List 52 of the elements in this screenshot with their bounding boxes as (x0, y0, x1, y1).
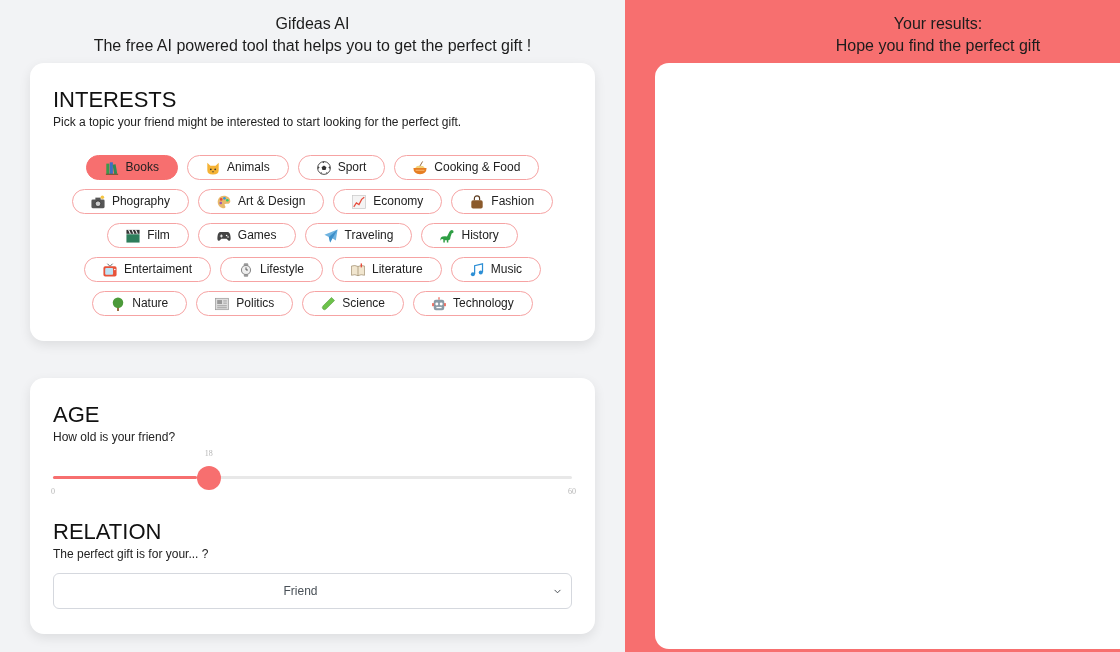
topic-chip[interactable]: History (421, 223, 518, 248)
topic-chip[interactable]: Politics (196, 291, 294, 316)
handbag-icon (470, 194, 485, 209)
topic-chip[interactable]: Entertaiment (83, 257, 211, 282)
results-title: Your results: (892, 14, 984, 34)
line-chart-icon (352, 194, 367, 209)
camera-icon (90, 194, 105, 209)
topic-chip[interactable]: Art & Design (197, 189, 325, 214)
topic-chip[interactable]: Fashion (451, 189, 554, 214)
cat-face-icon (205, 160, 220, 175)
topic-chip[interactable]: Film (107, 223, 189, 248)
topic-chip[interactable]: Sport (297, 155, 386, 180)
app-title: Gifdeas AI (274, 14, 351, 34)
slider-value: 18 (204, 449, 213, 459)
open-book-icon (351, 262, 365, 277)
topic-chip[interactable]: Cooking & Food (394, 155, 540, 180)
topic-chip[interactable]: Traveling (304, 223, 413, 248)
noodle-bowl-icon (413, 160, 428, 175)
topic-chip[interactable]: Games (197, 223, 296, 248)
topic-chip[interactable]: Science (302, 291, 404, 316)
palette-icon (216, 194, 231, 209)
robot-face-icon (432, 296, 446, 311)
topic-chip[interactable]: Technology (413, 291, 533, 316)
topic-chip[interactable]: Phography (71, 189, 189, 214)
newspaper-icon (215, 296, 230, 311)
section-heading: AGE (53, 402, 101, 428)
topic-chip[interactable]: Animals (186, 155, 289, 180)
topic-chip[interactable]: Lifestyle (220, 257, 323, 282)
watch-icon (239, 262, 253, 277)
app-tagline: The free AI powered tool that helps you to get the perfect gift ! (92, 36, 533, 56)
section-question: How old is your friend? (53, 430, 177, 445)
music-notes-icon (469, 262, 484, 277)
slider-thumb[interactable] (196, 465, 221, 490)
clapperboard-icon (126, 228, 141, 243)
test-tube-icon (321, 296, 336, 311)
soccer-ball-icon (316, 160, 331, 175)
dinosaur-icon (440, 228, 455, 243)
airplane-icon (323, 228, 338, 243)
topic-chip[interactable]: Nature (92, 291, 188, 316)
topic-chip[interactable]: Economy (333, 189, 443, 214)
tree-icon (111, 296, 126, 311)
television-icon (102, 262, 117, 277)
section-heading: INTERESTS (53, 87, 178, 113)
topic-chip[interactable]: Music (450, 257, 542, 282)
section-description: Pick a topic your friend might be interested to start looking for the perfect gift. (53, 115, 463, 130)
section-question: The perfect gift is for your... ? (53, 547, 210, 562)
section-heading: RELATION (53, 519, 163, 545)
topic-chip[interactable]: Literature (332, 257, 442, 282)
relation-select[interactable]: Friend (53, 573, 572, 609)
results-subtitle: Hope you find the perfect gift (834, 36, 1042, 56)
topic-chip[interactable]: Books (85, 155, 178, 180)
books-icon (104, 160, 119, 175)
